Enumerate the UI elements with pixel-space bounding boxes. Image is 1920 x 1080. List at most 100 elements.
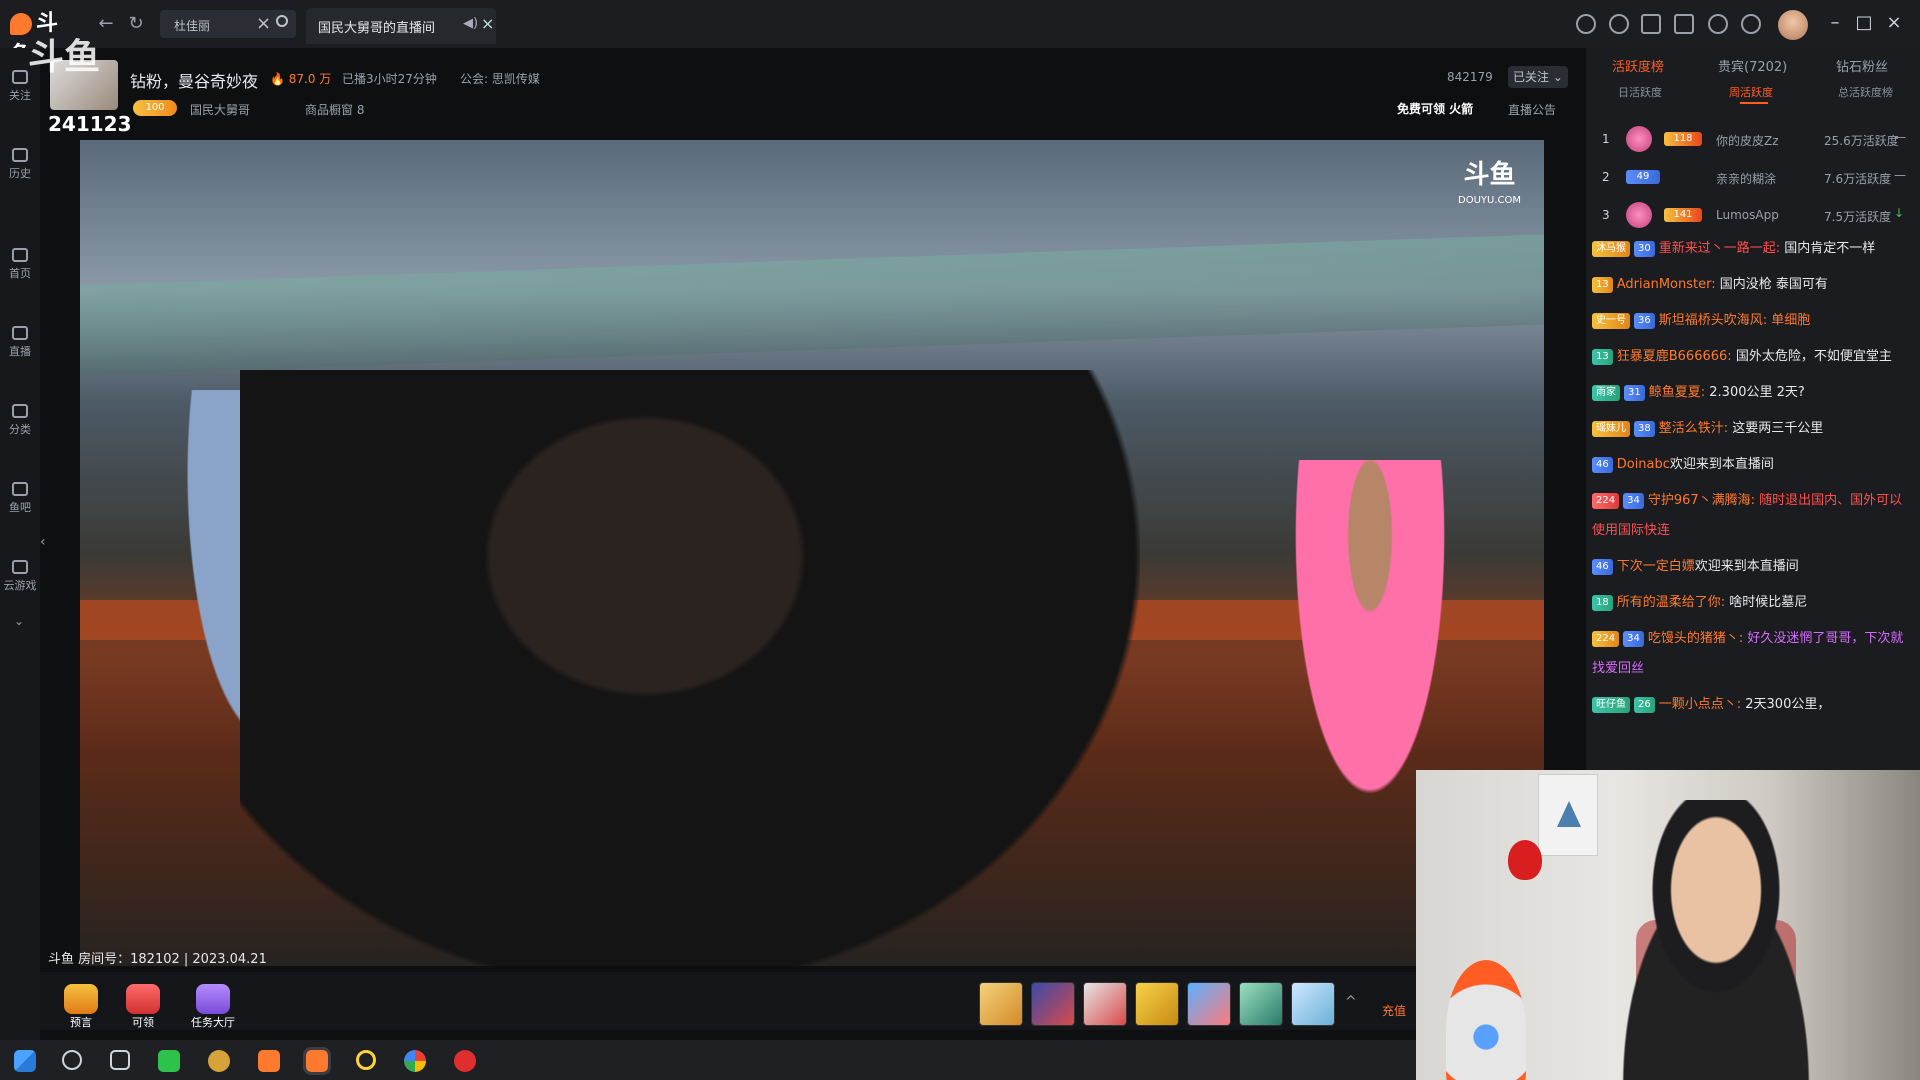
user-avatar[interactable]	[1778, 10, 1808, 40]
chat-username[interactable]: 下次一定白嫖	[1617, 559, 1695, 574]
guild-link[interactable]: 公会: 思凯传媒	[460, 70, 540, 87]
gift-plane[interactable]	[1083, 982, 1127, 1026]
rank-row[interactable]: 1 118 你的皮皮Zz 25.6万活跃度 —	[1594, 124, 1914, 154]
chat-username[interactable]: 重新来过丶一路一起:	[1659, 241, 1780, 256]
gift-rocket[interactable]	[1031, 982, 1075, 1026]
room-title: 钻粉，曼谷奇妙夜	[130, 72, 259, 91]
watermark-sub: DOUYU.COM	[1458, 195, 1521, 206]
window-close-icon[interactable]: ×	[1883, 12, 1905, 33]
prophecy-button[interactable]: 预言	[54, 984, 108, 1030]
chat-username[interactable]: 守护967丶满腾海:	[1648, 493, 1755, 508]
shirt-icon[interactable]	[1674, 14, 1694, 34]
watermark-text: 斗鱼	[1463, 160, 1516, 190]
maximize-icon[interactable]: □	[1853, 12, 1875, 33]
app-icon[interactable]	[208, 1050, 230, 1072]
tab-vip[interactable]: 贵宾(7202)	[1718, 56, 1787, 75]
calendar-icon[interactable]	[1641, 14, 1661, 34]
windows-start-icon[interactable]	[14, 1050, 36, 1072]
tab-activity-rank[interactable]: 活跃度榜	[1612, 56, 1664, 75]
recharge-button[interactable]: 充值	[1382, 1002, 1406, 1019]
live-video[interactable]: 斗鱼 DOUYU.COM	[80, 140, 1544, 966]
fan-badge: 18	[1592, 594, 1613, 611]
fan-badge: 雨家	[1592, 384, 1620, 401]
sidebar-item-fishbar[interactable]: 鱼吧	[0, 482, 40, 515]
shop-window-link[interactable]: 商品橱窗 8	[305, 101, 364, 118]
chat-username[interactable]: 一颗小点点丶:	[1659, 697, 1741, 712]
gift-gold[interactable]	[1135, 982, 1179, 1026]
sidebar-item-cloudgame[interactable]: 云游戏	[0, 560, 40, 593]
gear-icon[interactable]	[1741, 14, 1761, 34]
tab-diamond-fans[interactable]: 钻石粉丝	[1836, 56, 1888, 75]
claim-gift-button[interactable]: 可领	[116, 984, 170, 1030]
chat-username[interactable]: 吃馒头的猪猪丶:	[1648, 631, 1743, 646]
fan-badge: 瑶妹儿	[1592, 420, 1630, 437]
subtab-total[interactable]: 总活跃度榜	[1838, 84, 1893, 100]
subtab-weekly[interactable]: 周活跃度	[1729, 84, 1773, 100]
chat-username[interactable]: 所有的温柔给了你:	[1617, 595, 1725, 610]
gift-scene[interactable]	[1291, 982, 1335, 1026]
button-label: 预言	[70, 1016, 92, 1029]
task-view-icon[interactable]	[110, 1050, 130, 1070]
chat-username[interactable]: AdrianMonster:	[1617, 277, 1716, 292]
anchor-name[interactable]: 国民大舅哥	[190, 101, 250, 118]
close-tab-icon[interactable]: ×	[481, 14, 494, 33]
circle-app-icon[interactable]	[356, 1050, 376, 1070]
sidebar-item-home[interactable]: 首页	[0, 248, 40, 281]
sidebar-item-category[interactable]: 分类	[0, 404, 40, 437]
foreground-person	[240, 370, 1140, 966]
tab-title: 国民大舅哥的直播间	[318, 21, 436, 36]
trophy-icon	[64, 984, 98, 1014]
douyu-watermark: 斗鱼 DOUYU.COM	[1458, 162, 1521, 214]
subtab-daily[interactable]: 日活跃度	[1618, 84, 1662, 100]
search-taskbar-icon[interactable]	[62, 1050, 82, 1070]
sidebar-label: 云游戏	[3, 579, 37, 592]
refresh-icon[interactable]: ↻	[124, 12, 148, 36]
search-input[interactable]	[172, 14, 266, 36]
live-notice-button[interactable]: 直播公告	[1508, 101, 1556, 118]
netease-music-icon[interactable]	[454, 1050, 476, 1072]
rank-row[interactable]: 3 141 LumosApp 7.5万活跃度 ↓	[1594, 200, 1914, 230]
sidebar-item-live[interactable]: 直播	[0, 326, 40, 359]
free-rocket-button[interactable]: 免费可领 火箭	[1397, 100, 1473, 117]
expand-gifts-icon[interactable]: ^	[1345, 994, 1357, 1010]
chat-username[interactable]: 狂暴夏鹿B666666:	[1617, 349, 1732, 364]
history-icon[interactable]	[1576, 14, 1596, 34]
wechat-icon[interactable]	[158, 1050, 180, 1072]
fan-badge: 史一号	[1592, 312, 1630, 329]
chat-username[interactable]: Doinabc	[1617, 457, 1670, 472]
chat-message: 224 34 吃馒头的猪猪丶: 好久没迷惘了哥哥，下次就找爱回丝	[1592, 624, 1914, 684]
douyu-app-icon[interactable]	[258, 1050, 280, 1072]
chat-username[interactable]: 斯坦福桥头吹海风:	[1659, 313, 1767, 328]
chat-text: 啥时候比墓尼	[1729, 595, 1808, 610]
douyu-active-icon[interactable]	[303, 1047, 331, 1075]
chevron-down-icon[interactable]: ⌄	[14, 614, 24, 628]
chat-text: 欢迎来到本直播间	[1669, 457, 1774, 472]
browser-tab[interactable]: 国民大舅哥的直播间 ◀) ×	[306, 8, 496, 44]
heart-icon[interactable]	[1609, 14, 1629, 34]
chat-username[interactable]: 整活么铁汁:	[1659, 421, 1728, 436]
gift-item[interactable]	[979, 982, 1023, 1026]
home-icon	[12, 248, 28, 262]
gift-card[interactable]	[1187, 982, 1231, 1026]
task-hall-button[interactable]: 任务大厅	[186, 984, 240, 1030]
rank-score: 7.5万活跃度	[1824, 210, 1892, 224]
chat-list[interactable]: 沐马猴 30 重新来过丶一路一起: 国内肯定不一样 13 AdrianMonster:…	[1592, 234, 1914, 770]
followed-button[interactable]: 已关注 ⌄	[1508, 66, 1568, 88]
search-box[interactable]: ×	[160, 10, 296, 38]
rank-row[interactable]: 2 49 亲亲的糊涂 7.6万活跃度 —	[1594, 162, 1914, 192]
minimize-icon[interactable]: –	[1824, 12, 1846, 33]
collapse-sidebar-icon[interactable]: ‹	[40, 534, 46, 550]
message-icon[interactable]	[1708, 14, 1728, 34]
speaker-icon[interactable]: ◀)	[463, 16, 478, 31]
sidebar-item-history[interactable]: 历史	[0, 148, 40, 181]
subtab-underline	[1740, 102, 1768, 104]
rank-number: 3	[1602, 208, 1610, 222]
chat-message: 瑶妹儿 38 整活么铁汁: 这要两三千公里	[1592, 414, 1914, 444]
search-icon[interactable]	[276, 15, 288, 27]
chat-username[interactable]: 鲸鱼夏夏:	[1649, 385, 1705, 400]
fan-badge: 224	[1592, 630, 1620, 647]
chrome-icon[interactable]	[404, 1050, 426, 1072]
clear-search-icon[interactable]: ×	[256, 13, 271, 34]
gift-character[interactable]	[1239, 982, 1283, 1026]
rocket-figure	[1446, 960, 1526, 1080]
